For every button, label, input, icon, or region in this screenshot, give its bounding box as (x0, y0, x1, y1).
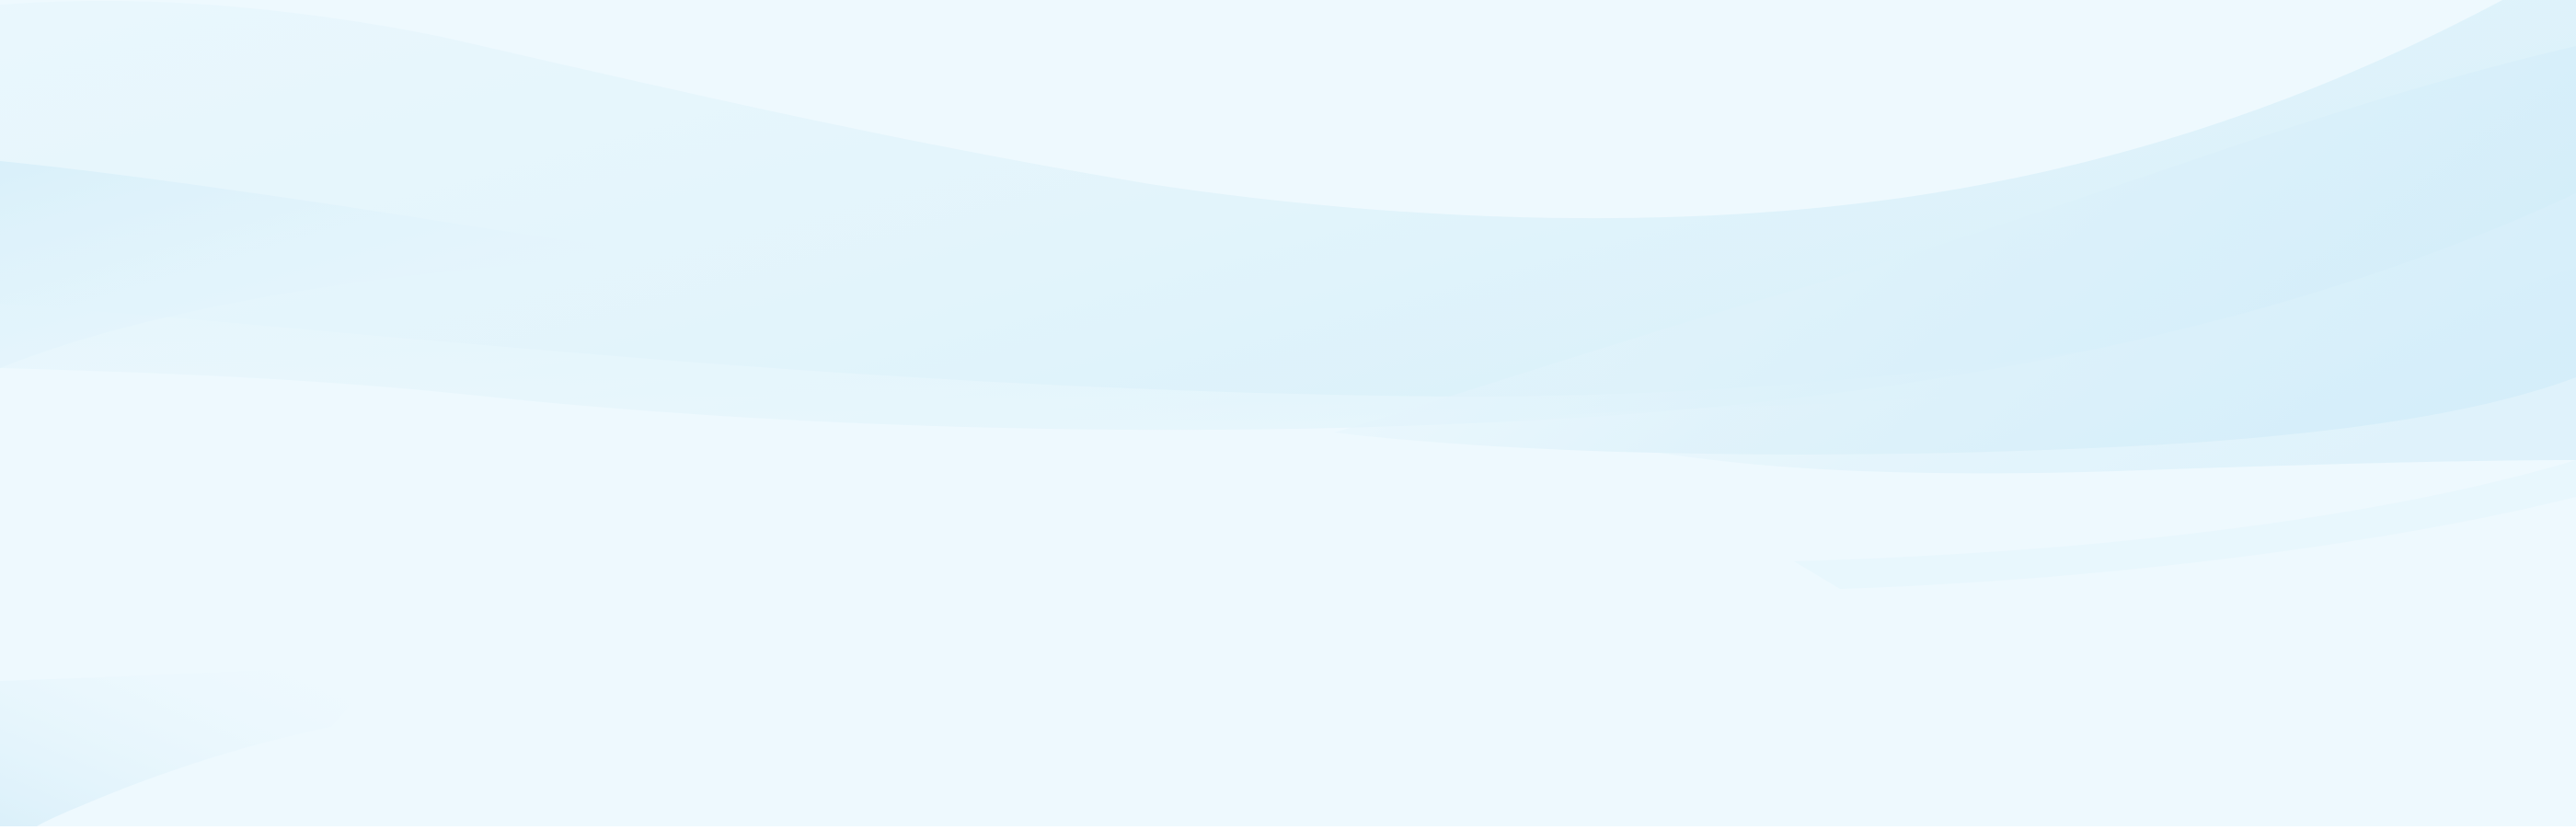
wave-background-svg (0, 0, 2576, 830)
bottom-edge-strip (0, 826, 2576, 830)
wave-background (0, 0, 2576, 830)
